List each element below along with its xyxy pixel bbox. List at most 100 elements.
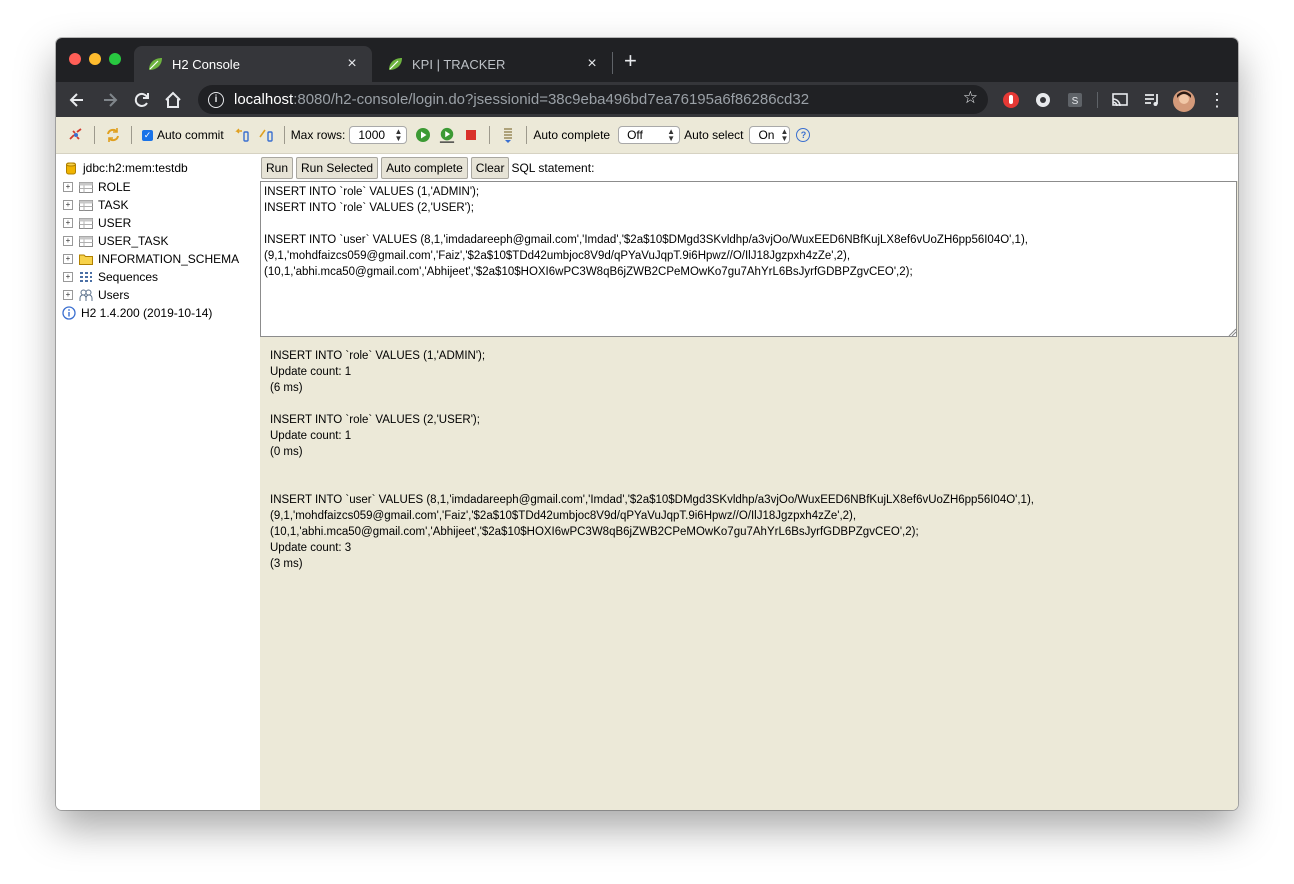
address-bar[interactable]: i localhost:8080/h2-console/login.do?jse… bbox=[198, 85, 988, 114]
disconnect-icon[interactable] bbox=[68, 127, 84, 143]
table-icon bbox=[79, 217, 93, 230]
sql-button-bar: Run Run Selected Auto complete Clear SQL… bbox=[260, 154, 1238, 181]
reload-icon[interactable] bbox=[132, 90, 152, 110]
avatar[interactable] bbox=[1173, 90, 1195, 112]
kebab-menu-icon[interactable]: ⋮ bbox=[1207, 90, 1227, 110]
select-arrows-icon: ▲ ▼ bbox=[394, 127, 403, 143]
commit-icon[interactable] bbox=[258, 127, 274, 143]
tree-item-label: ROLE bbox=[98, 180, 131, 194]
select-arrows-icon: ▲ ▼ bbox=[667, 127, 676, 143]
expand-icon[interactable]: + bbox=[63, 254, 73, 264]
url-path: :8080/h2-console/login.do?jsessionid=38c… bbox=[293, 91, 810, 108]
tree-item-users[interactable]: + Users bbox=[56, 286, 129, 304]
close-tab-icon[interactable]: × bbox=[344, 55, 360, 73]
tab-separator bbox=[612, 52, 613, 74]
spring-leaf-icon bbox=[386, 55, 404, 73]
auto-complete-value: Off bbox=[627, 128, 643, 142]
run-selected-button[interactable]: Run Selected bbox=[296, 156, 379, 179]
tree-item-sequences[interactable]: + Sequences bbox=[56, 268, 158, 286]
clear-button[interactable]: Clear bbox=[470, 156, 510, 179]
browser-window: H2 Console × KPI | TRACKER × + i localho… bbox=[56, 38, 1238, 810]
tree-item-information-schema[interactable]: + INFORMATION_SCHEMA bbox=[56, 250, 239, 268]
version-label: H2 1.4.200 (2019-10-14) bbox=[81, 306, 213, 320]
history-icon[interactable] bbox=[500, 127, 516, 143]
toolbar-separator bbox=[94, 126, 95, 144]
rollback-icon[interactable] bbox=[234, 127, 250, 143]
run-selected-icon[interactable] bbox=[439, 127, 455, 143]
media-queue-icon[interactable] bbox=[1142, 90, 1162, 110]
tree-item-label: Sequences bbox=[98, 270, 159, 284]
extension-s-icon[interactable]: S bbox=[1065, 90, 1085, 110]
toolbar-separator bbox=[489, 126, 491, 144]
svg-text:S: S bbox=[1072, 96, 1079, 107]
max-rows-label: Max rows: bbox=[290, 128, 346, 142]
site-info-icon[interactable]: i bbox=[208, 91, 224, 108]
tree-item-user[interactable]: + USER bbox=[56, 214, 131, 232]
table-icon bbox=[79, 199, 93, 212]
tree-item-label: TASK bbox=[98, 198, 129, 212]
run-button[interactable]: Run bbox=[261, 156, 294, 179]
select-arrows-icon: ▲ ▼ bbox=[780, 127, 789, 143]
expand-icon[interactable]: + bbox=[63, 290, 73, 300]
auto-complete-label: Auto complete bbox=[533, 128, 611, 142]
tree-item-label: USER bbox=[98, 216, 132, 230]
run-icon[interactable] bbox=[415, 127, 431, 143]
connection-node[interactable]: jdbc:h2:mem:testdb bbox=[56, 159, 188, 177]
auto-complete-select[interactable]: Off ▲ ▼ bbox=[618, 126, 681, 144]
connection-label: jdbc:h2:mem:testdb bbox=[83, 161, 188, 175]
stop-icon[interactable] bbox=[463, 127, 479, 143]
auto-complete-button[interactable]: Auto complete bbox=[381, 156, 468, 179]
toolbar-separator bbox=[283, 126, 285, 144]
home-icon[interactable] bbox=[163, 90, 183, 110]
toolbar-divider bbox=[1097, 92, 1098, 108]
database-icon bbox=[64, 162, 78, 175]
expand-icon[interactable]: + bbox=[63, 218, 73, 228]
tree-item-task[interactable]: + TASK bbox=[56, 196, 128, 214]
max-rows-value: 1000 bbox=[358, 128, 386, 142]
tree-item-label: Users bbox=[98, 288, 130, 302]
sql-panel: Run Run Selected Auto complete Clear SQL… bbox=[260, 154, 1238, 810]
expand-icon[interactable]: + bbox=[63, 200, 73, 210]
result-output: INSERT INTO `role` VALUES (1,'ADMIN'); U… bbox=[270, 350, 1034, 570]
auto-commit-checkbox[interactable]: ✓ bbox=[142, 129, 153, 141]
tab-h2-console[interactable]: H2 Console × bbox=[134, 46, 372, 82]
expand-icon[interactable]: + bbox=[63, 182, 73, 192]
bookmark-star-icon[interactable]: ☆ bbox=[963, 88, 978, 108]
forward-icon[interactable] bbox=[100, 90, 120, 110]
tab-title: KPI | TRACKER bbox=[412, 56, 506, 72]
folder-icon bbox=[79, 253, 93, 266]
tree-item-role[interactable]: + ROLE bbox=[56, 178, 131, 196]
tab-kpi-tracker[interactable]: KPI | TRACKER × bbox=[374, 46, 612, 82]
close-tab-icon[interactable]: × bbox=[584, 55, 600, 73]
tab-strip: H2 Console × KPI | TRACKER × + bbox=[56, 38, 1238, 82]
sql-editor[interactable]: INSERT INTO `role` VALUES (1,'ADMIN'); I… bbox=[260, 181, 1237, 337]
toolbar-separator bbox=[526, 126, 528, 144]
schema-tree: jdbc:h2:mem:testdb + ROLE + TASK + USER … bbox=[56, 154, 260, 810]
auto-commit-label: Auto commit bbox=[157, 128, 224, 142]
help-icon[interactable]: ? bbox=[796, 128, 811, 142]
expand-icon[interactable]: + bbox=[63, 236, 73, 246]
browser-toolbar: i localhost:8080/h2-console/login.do?jse… bbox=[56, 82, 1238, 117]
auto-select-value: On bbox=[758, 128, 775, 142]
refresh-icon[interactable] bbox=[105, 127, 121, 143]
sequences-icon bbox=[79, 271, 93, 284]
extension-circle-icon[interactable] bbox=[1033, 90, 1053, 110]
max-rows-select[interactable]: 1000 ▲ ▼ bbox=[349, 126, 408, 144]
expand-icon[interactable]: + bbox=[63, 272, 73, 282]
minimize-window-button[interactable] bbox=[89, 53, 101, 65]
users-icon bbox=[79, 289, 93, 302]
new-tab-icon[interactable]: + bbox=[624, 50, 637, 72]
auto-select-select[interactable]: On ▲ ▼ bbox=[749, 126, 791, 144]
zoom-window-button[interactable] bbox=[109, 53, 121, 65]
toolbar-separator bbox=[131, 126, 132, 144]
extension-red-hand-icon[interactable] bbox=[1001, 90, 1021, 110]
cast-icon[interactable] bbox=[1110, 90, 1130, 110]
tree-item-user-task[interactable]: + USER_TASK bbox=[56, 232, 168, 250]
close-window-button[interactable] bbox=[69, 53, 81, 65]
spring-leaf-icon bbox=[146, 55, 164, 73]
tree-item-label: INFORMATION_SCHEMA bbox=[98, 252, 240, 266]
auto-select-label: Auto select bbox=[684, 128, 744, 142]
tree-item-label: USER_TASK bbox=[98, 234, 169, 248]
resize-grip-icon[interactable] bbox=[1228, 328, 1236, 336]
back-icon[interactable] bbox=[67, 90, 87, 110]
